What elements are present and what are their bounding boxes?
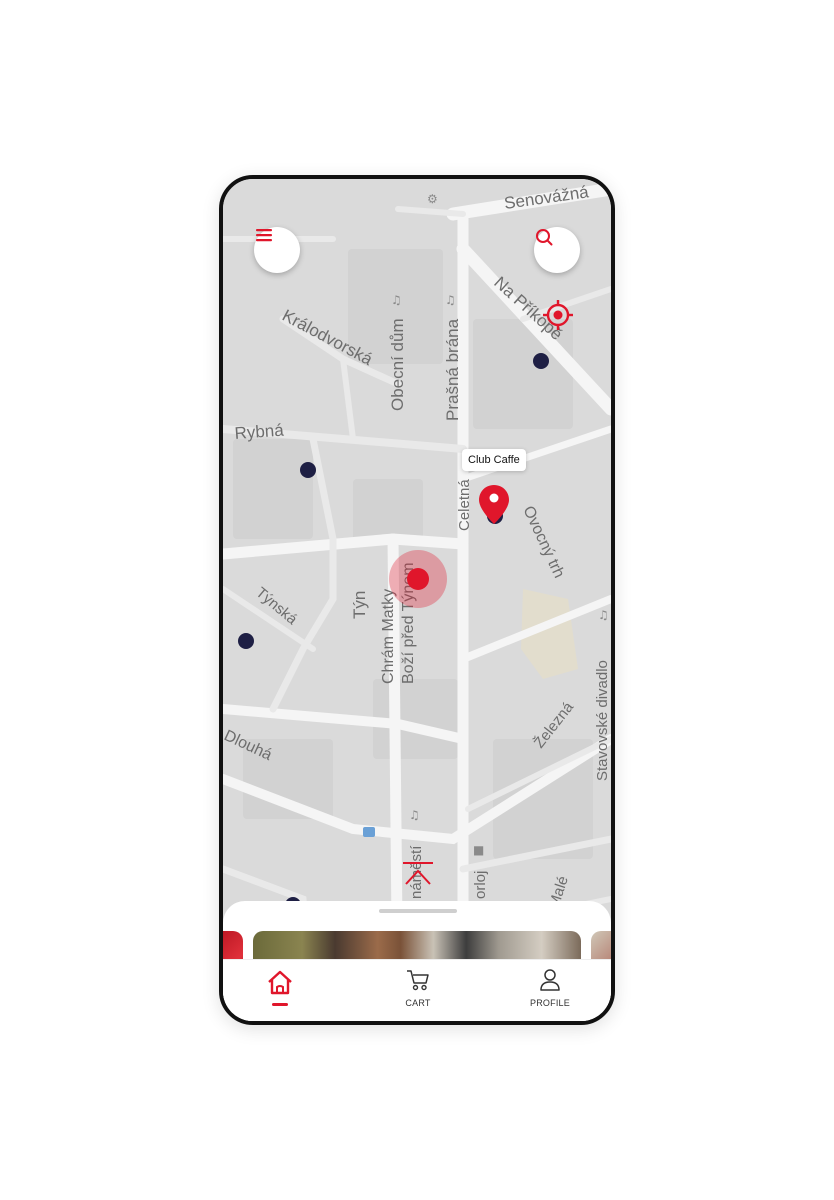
- poi-icon: ■: [473, 843, 484, 857]
- place-tooltip[interactable]: Club Caffe: [462, 449, 526, 471]
- search-button[interactable]: [534, 227, 580, 273]
- street-label: Rybná: [234, 421, 285, 443]
- street-label: Celetná: [456, 479, 473, 531]
- street-label: Stavovské divadlo: [594, 660, 611, 781]
- street-label: Obecní dům: [388, 318, 407, 411]
- active-indicator: [272, 1003, 288, 1006]
- street-label: Týn: [350, 591, 369, 619]
- current-location-dot: [407, 568, 429, 590]
- phone-frame: Senovážná Na Příkopě Králodvorská Obecní…: [219, 175, 615, 1025]
- nav-cart-label: CART: [405, 998, 431, 1008]
- search-icon: [536, 229, 553, 246]
- locate-me-button[interactable]: [542, 299, 574, 331]
- map-view[interactable]: Senovážná Na Příkopě Králodvorská Obecní…: [223, 179, 611, 1021]
- crosshair-icon: [543, 300, 573, 330]
- place-marker[interactable]: [238, 633, 254, 649]
- cart-icon: [407, 970, 429, 991]
- transit-icon: [363, 827, 375, 837]
- poi-icon: ♫: [445, 293, 456, 307]
- poi-icon: ♫: [409, 808, 420, 822]
- nav-profile-label: PROFILE: [530, 998, 570, 1008]
- nav-cart[interactable]: CART: [378, 968, 458, 1008]
- sheet-handle[interactable]: [379, 909, 457, 913]
- poi-icon: ♫: [391, 293, 402, 307]
- place-marker[interactable]: [300, 462, 316, 478]
- poi-icon: ⚙: [427, 192, 438, 206]
- nav-profile[interactable]: PROFILE: [510, 968, 590, 1008]
- street-label: Chrám Matky: [380, 589, 397, 684]
- street-label: orloj: [472, 871, 489, 899]
- menu-icon: [256, 229, 272, 242]
- menu-button[interactable]: [254, 227, 300, 273]
- place-marker[interactable]: [533, 353, 549, 369]
- poi-icon: ♫: [598, 608, 609, 622]
- nav-home[interactable]: [240, 968, 320, 1007]
- street-label: Prašná brána: [443, 318, 462, 421]
- bottom-nav: CART PROFILE: [223, 959, 611, 1021]
- home-icon: [268, 970, 292, 995]
- profile-icon: [540, 969, 560, 991]
